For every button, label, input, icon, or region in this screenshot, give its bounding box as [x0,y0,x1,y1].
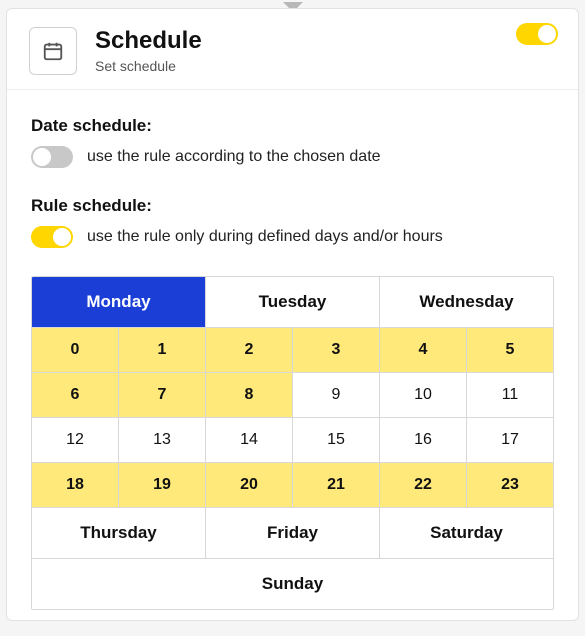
hour-cell-15[interactable]: 15 [293,418,380,463]
hour-cell-23[interactable]: 23 [467,463,553,508]
day-tab-friday[interactable]: Friday [206,508,380,559]
hour-cell-16[interactable]: 16 [380,418,467,463]
date-schedule-desc: use the rule according to the chosen dat… [87,148,381,166]
hour-cell-19[interactable]: 19 [119,463,206,508]
card-body: Date schedule: use the rule according to… [7,90,578,620]
hour-cell-4[interactable]: 4 [380,328,467,373]
rule-schedule-label: Rule schedule: [31,196,554,216]
card-subtitle: Set schedule [95,58,202,74]
date-schedule-toggle[interactable] [31,146,73,168]
hour-cell-6[interactable]: 6 [32,373,119,418]
day-tab-tuesday[interactable]: Tuesday [206,277,380,328]
hour-cell-9[interactable]: 9 [293,373,380,418]
day-tab-wednesday[interactable]: Wednesday [380,277,553,328]
hour-cell-12[interactable]: 12 [32,418,119,463]
hour-cell-8[interactable]: 8 [206,373,293,418]
hour-cell-0[interactable]: 0 [32,328,119,373]
hour-cell-5[interactable]: 5 [467,328,553,373]
card-title: Schedule [95,28,202,54]
hour-cell-21[interactable]: 21 [293,463,380,508]
hour-cell-20[interactable]: 20 [206,463,293,508]
day-tab-monday[interactable]: Monday [32,277,206,328]
day-tab-thursday[interactable]: Thursday [32,508,206,559]
hour-cell-13[interactable]: 13 [119,418,206,463]
hour-cell-17[interactable]: 17 [467,418,553,463]
hour-cell-1[interactable]: 1 [119,328,206,373]
hour-cell-7[interactable]: 7 [119,373,206,418]
schedule-table: Monday Tuesday Wednesday 0 1 2 3 4 5 6 7… [31,276,554,610]
rule-schedule-row: use the rule only during defined days an… [31,226,554,248]
calendar-icon [29,27,77,75]
hour-cell-10[interactable]: 10 [380,373,467,418]
schedule-card: Schedule Set schedule Date schedule: use… [6,8,579,621]
date-schedule-row: use the rule according to the chosen dat… [31,146,554,168]
card-header: Schedule Set schedule [7,9,578,90]
rule-schedule-desc: use the rule only during defined days an… [87,228,443,246]
hour-cell-14[interactable]: 14 [206,418,293,463]
date-schedule-label: Date schedule: [31,116,554,136]
hour-cell-3[interactable]: 3 [293,328,380,373]
hour-cell-11[interactable]: 11 [467,373,553,418]
hour-cell-22[interactable]: 22 [380,463,467,508]
rule-schedule-toggle[interactable] [31,226,73,248]
day-tab-sunday[interactable]: Sunday [32,559,553,609]
hour-cell-18[interactable]: 18 [32,463,119,508]
hour-cell-2[interactable]: 2 [206,328,293,373]
schedule-enabled-toggle[interactable] [516,23,558,45]
day-tab-saturday[interactable]: Saturday [380,508,553,559]
